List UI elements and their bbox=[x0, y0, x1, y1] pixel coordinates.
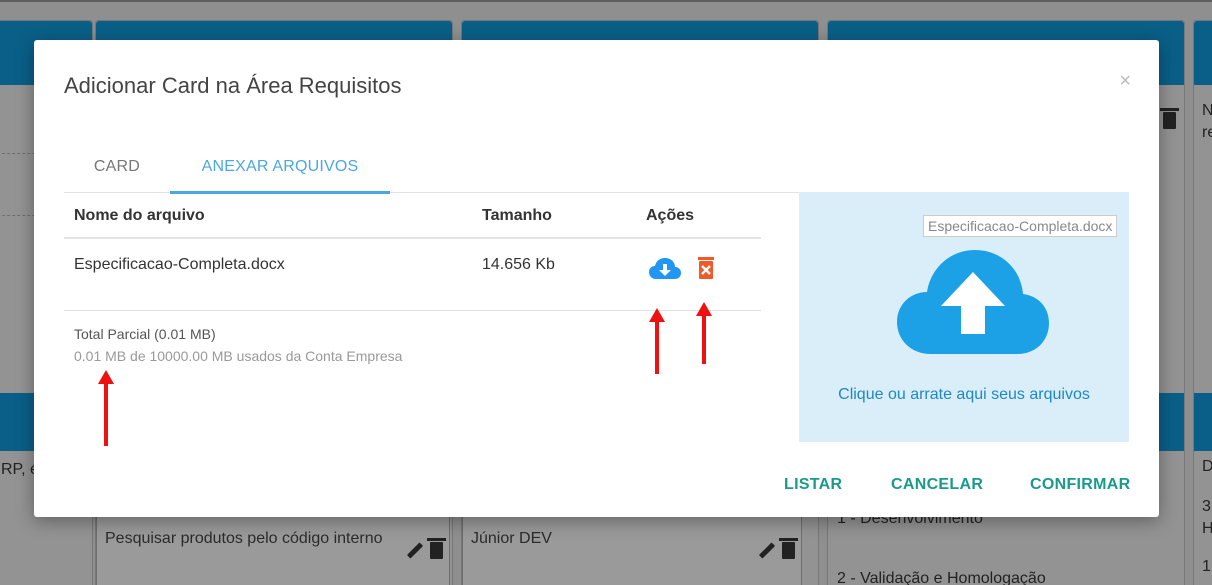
board-top-line bbox=[0, 0, 1212, 2]
edit-icon[interactable] bbox=[406, 542, 424, 559]
background-card[interactable]: Pesquisar produtos pelo código interno bbox=[96, 516, 450, 585]
column-header-actions: Ações bbox=[646, 207, 695, 224]
file-name: Especificacao-Completa.docx bbox=[74, 256, 285, 273]
card-tools bbox=[752, 537, 798, 561]
annotation-arrow bbox=[696, 302, 712, 364]
trash-icon[interactable] bbox=[1157, 108, 1179, 130]
delete-file-icon[interactable] bbox=[696, 256, 716, 280]
card-text-fragment: N re bbox=[1202, 102, 1212, 141]
close-icon[interactable]: × bbox=[1119, 70, 1131, 93]
annotation-arrow bbox=[649, 308, 665, 374]
background-card[interactable]: Júnior DEV bbox=[462, 516, 802, 585]
card-title: Pesquisar produtos pelo código interno bbox=[105, 530, 383, 547]
annotation-arrow bbox=[98, 370, 114, 446]
filename-tooltip: Especificacao-Completa.docx bbox=[923, 215, 1118, 237]
card-text: 2 - Validação e Homologação bbox=[837, 570, 1046, 585]
column-header bbox=[1194, 393, 1212, 451]
card-text-fragment: 1 bbox=[1202, 558, 1211, 575]
files-table: Nome do arquivo Tamanho Ações Especifica… bbox=[64, 193, 761, 364]
file-size: 14.656 Kb bbox=[482, 256, 555, 273]
trash-icon[interactable] bbox=[427, 537, 446, 559]
storage-usage: 0.01 MB de 10000.00 MB usados da Conta E… bbox=[74, 348, 403, 364]
tab-anexar-arquivos[interactable]: ANEXAR ARQUIVOS bbox=[170, 141, 390, 194]
total-partial: Total Parcial (0.01 MB) bbox=[74, 326, 216, 342]
column-header-size: Tamanho bbox=[482, 207, 552, 224]
card-tools bbox=[400, 537, 446, 561]
column-header-name: Nome do arquivo bbox=[74, 207, 205, 224]
cloud-download-icon[interactable] bbox=[648, 257, 682, 281]
modal-tabs: CARD ANEXAR ARQUIVOS bbox=[64, 141, 1129, 194]
card-title: Júnior DEV bbox=[471, 530, 552, 547]
add-card-modal: Adicionar Card na Área Requisitos × CARD… bbox=[34, 40, 1159, 517]
confirm-button[interactable]: CONFIRMAR bbox=[1030, 476, 1130, 494]
cancel-button[interactable]: CANCELAR bbox=[891, 476, 983, 494]
table-row: Especificacao-Completa.docx 14.656 Kb bbox=[64, 239, 761, 311]
cloud-upload-icon bbox=[897, 250, 1049, 354]
column-header bbox=[1194, 21, 1212, 85]
tab-card[interactable]: CARD bbox=[64, 141, 170, 192]
storage-totals: Total Parcial (0.01 MB) 0.01 MB de 10000… bbox=[74, 323, 402, 367]
edit-icon[interactable] bbox=[758, 542, 776, 559]
table-header: Nome do arquivo Tamanho Ações bbox=[64, 193, 761, 239]
card-text-fragment: 3 H bbox=[1202, 498, 1212, 537]
listar-button[interactable]: LISTAR bbox=[784, 476, 842, 494]
card-text-fragment: D bbox=[1202, 458, 1212, 475]
modal-title: Adicionar Card na Área Requisitos bbox=[64, 73, 402, 98]
trash-icon[interactable] bbox=[779, 537, 798, 559]
dropzone-text: Clique ou arrate aqui seus arquivos bbox=[838, 386, 1090, 403]
